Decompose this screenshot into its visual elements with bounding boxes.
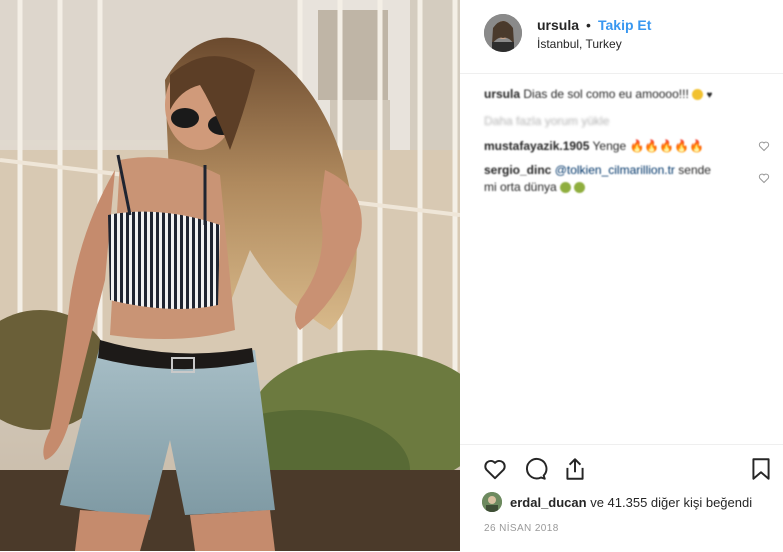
follow-button[interactable]: Takip Et [598,17,651,33]
heart-emoji-icon: ♥ [706,90,713,101]
share-icon[interactable] [562,456,588,482]
comment-item: mustafayazik.1905 Yenge 🔥🔥🔥🔥🔥 [484,138,704,155]
comment-text-line2: mi orta dünya [484,180,557,194]
comment-username[interactable]: sergio_dinc [484,163,551,177]
comment-username[interactable]: ursula [484,87,520,101]
comment-text: sende [678,163,711,177]
comment-text: Dias de sol como eu amoooo!!! [523,87,689,101]
fire-emoji-icon: 🔥🔥🔥🔥🔥 [629,139,705,153]
caption: ursula Dias de sol como eu amoooo!!! ♥ [484,86,712,104]
comment-icon[interactable] [522,456,548,482]
post-side-panel: ursula • Takip Et İstanbul, Turkey ursul… [460,0,783,551]
laugh-emoji-icon [574,182,586,194]
header-separator: • [586,17,591,33]
likes-count-text[interactable]: ve 41.355 diğer kişi beğendi [590,495,752,510]
avatar-image [484,14,522,52]
comment-like-icon[interactable] [758,140,770,152]
comment-mention[interactable]: @tolkien_cilmarillion.tr [555,163,675,177]
post-actions: erdal_ducan ve 41.355 diğer kişi beğendi… [460,444,783,552]
author-avatar[interactable] [484,14,522,52]
comments-list: ursula Dias de sol como eu amoooo!!! ♥ D… [460,74,783,444]
liker-avatar[interactable] [482,492,502,512]
post-photo[interactable] [0,0,460,551]
liker-avatar-image [482,492,502,512]
bookmark-icon[interactable] [748,456,774,482]
post-header: ursula • Takip Et İstanbul, Turkey [460,0,783,74]
sun-emoji-icon [692,89,704,101]
likes-text[interactable]: erdal_ducan ve 41.355 diğer kişi beğendi [510,495,752,510]
comment-item: sergio_dinc @tolkien_cilmarillion.tr sen… [484,162,744,196]
post-location[interactable]: İstanbul, Turkey [537,37,622,51]
liker-username[interactable]: erdal_ducan [510,495,587,510]
post-date[interactable]: 26 NİSAN 2018 [484,523,559,534]
post-image [0,0,460,551]
comment-username[interactable]: mustafayazik.1905 [484,139,589,153]
comment-like-icon[interactable] [758,172,770,184]
heart-icon[interactable] [482,456,508,482]
comment-text: Yenge [592,139,627,153]
laugh-emoji-icon [560,182,572,194]
author-username[interactable]: ursula [537,17,579,33]
load-more-comments[interactable]: Daha fazla yorum yükle [484,114,609,128]
